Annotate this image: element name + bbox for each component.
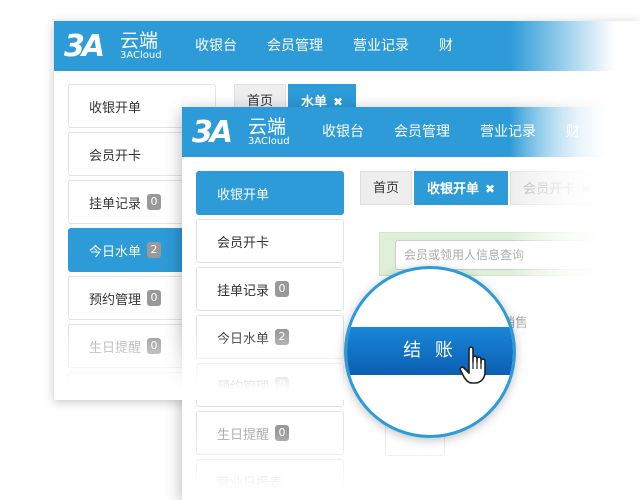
nav-item-records[interactable]: 营业记录	[338, 21, 424, 71]
fade-overlay	[182, 430, 640, 500]
logo-name-cn: 云端	[120, 30, 159, 52]
count-badge: 0	[275, 281, 290, 297]
tab-label: 首页	[373, 181, 400, 196]
nav-item-cashier[interactable]: 收银台	[180, 21, 252, 71]
sidebar-item-label: 挂单记录	[217, 283, 270, 299]
sidebar-item[interactable]: 挂单记录 0	[196, 267, 344, 311]
count-badge: 0	[147, 194, 162, 210]
nav-item-finance[interactable]: 财	[424, 21, 468, 71]
logo-mark: 3A	[64, 29, 105, 64]
sidebar-item-label: 会员开卡	[217, 235, 270, 251]
logo-mark: 3A	[192, 115, 233, 150]
count-badge: 0	[147, 290, 162, 306]
sidebar-item-label: 会员开卡	[89, 148, 142, 164]
sidebar-item-label: 收银开单	[89, 100, 142, 116]
brand-logo[interactable]: 3A 云端 3ACloud	[64, 26, 184, 66]
hand-pointer-icon	[459, 346, 486, 384]
nav-item-members[interactable]: 会员管理	[379, 107, 465, 157]
count-badge: 2	[147, 242, 162, 258]
sidebar-item-label: 挂单记录	[89, 196, 142, 212]
tab[interactable]: 首页	[360, 171, 413, 205]
main-nav: 收银台 会员管理 营业记录 财	[180, 21, 468, 71]
logo-name-en: 3ACloud	[248, 136, 290, 147]
nav-item-members[interactable]: 会员管理	[252, 21, 338, 71]
sidebar-item[interactable]: 收银开单	[196, 171, 344, 215]
close-icon[interactable]: ✖	[485, 182, 495, 196]
sidebar-item-label: 今日水单	[89, 244, 142, 260]
logo-name-en: 3ACloud	[120, 50, 162, 61]
tab[interactable]: 收银开单 ✖	[414, 171, 509, 205]
logo-name-cn: 云端	[248, 116, 287, 138]
tab-label: 收银开单	[427, 182, 480, 197]
sidebar-item-label: 收银开单	[217, 187, 270, 203]
sidebar-item-label: 预约管理	[89, 292, 142, 308]
nav-item-cashier[interactable]: 收银台	[307, 107, 379, 157]
sidebar-item[interactable]: 会员开卡	[196, 219, 344, 263]
zoom-callout: 结 账	[344, 266, 516, 438]
brand-logo[interactable]: 3A 云端 3ACloud	[192, 112, 312, 152]
